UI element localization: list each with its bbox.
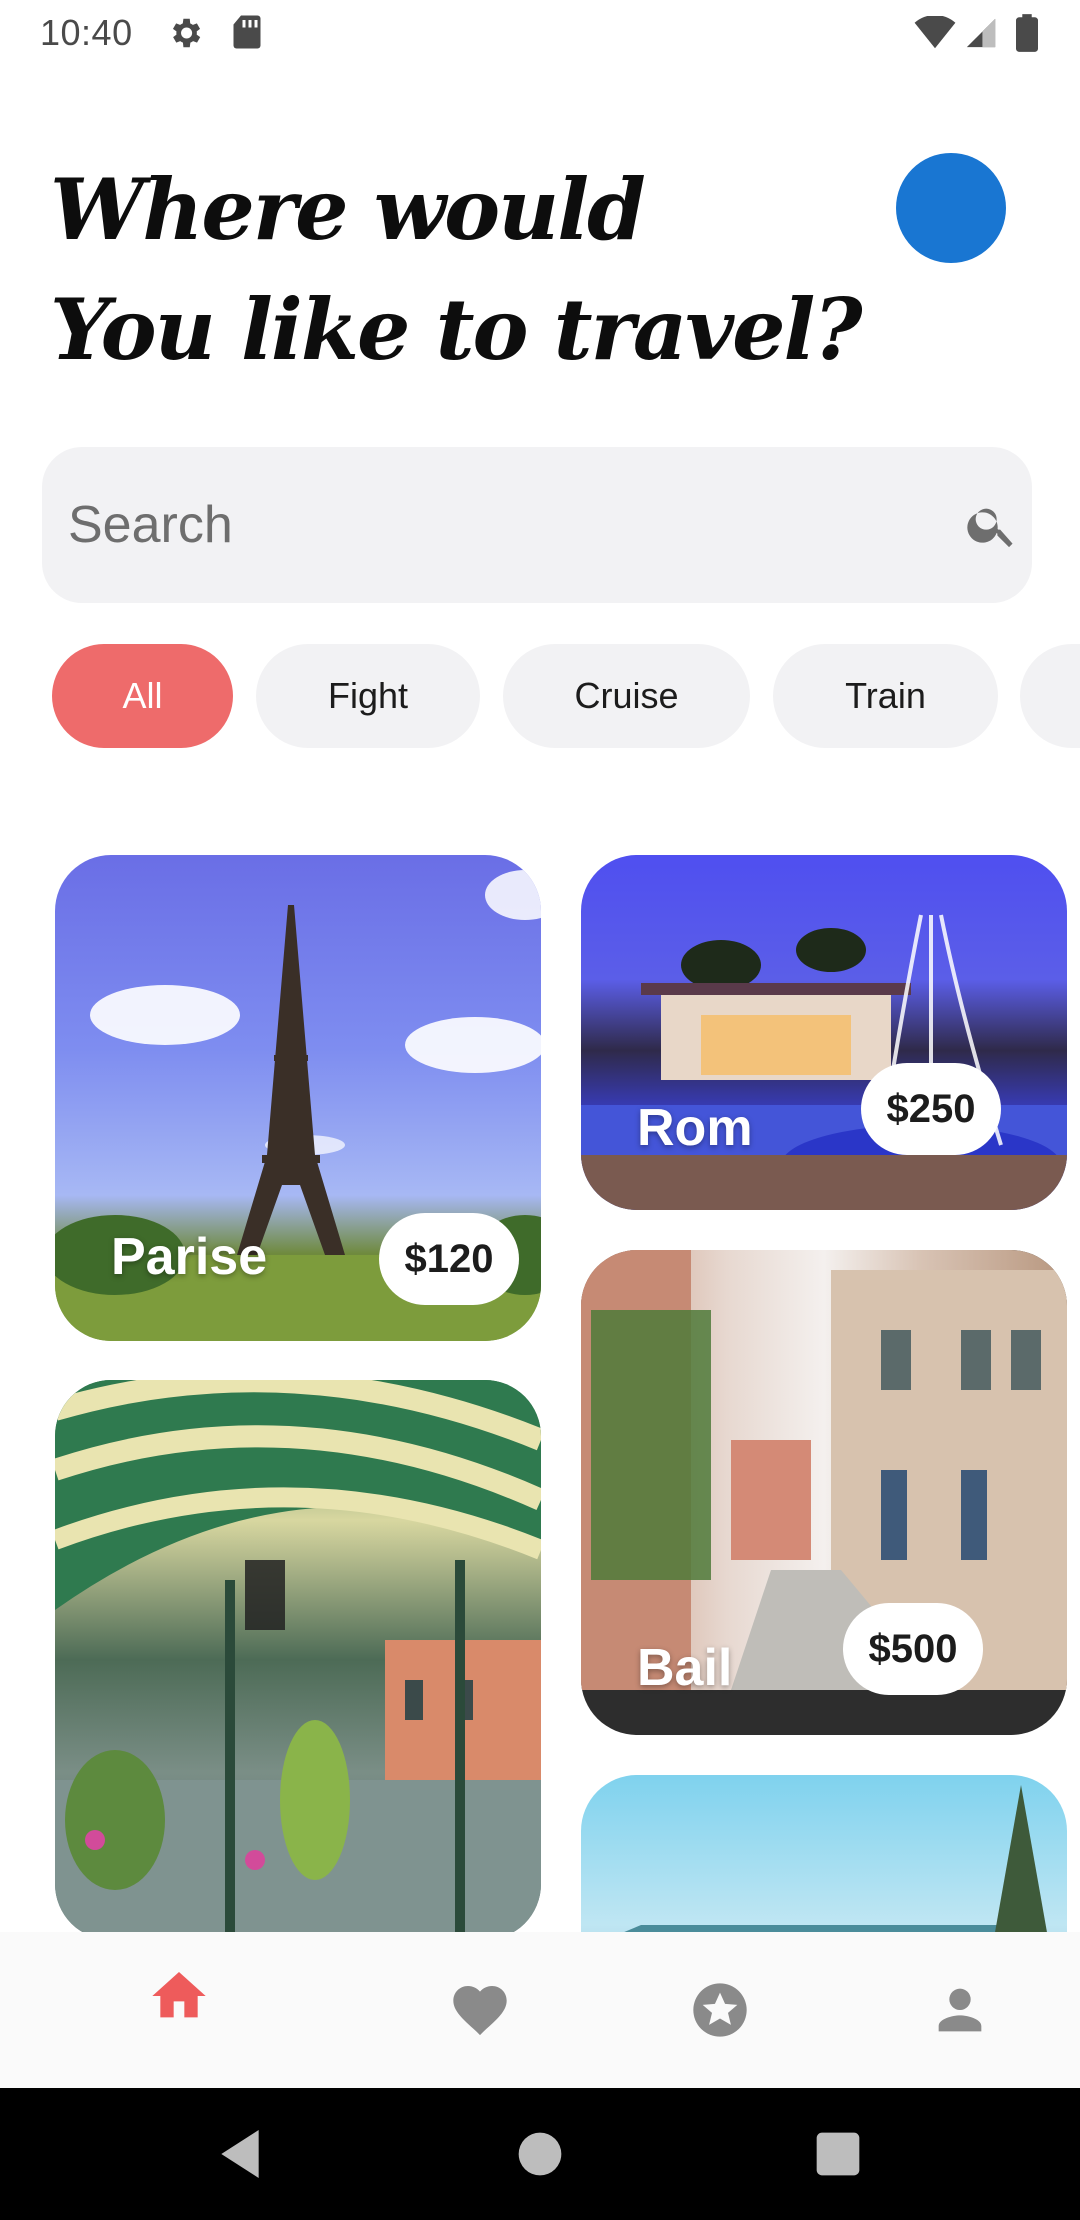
search-input[interactable] — [68, 487, 888, 563]
home-icon[interactable] — [147, 1964, 211, 2028]
destination-name: Rom — [637, 1099, 753, 1157]
chip-all[interactable]: All — [52, 644, 233, 748]
destination-card-bali[interactable]: Bail $500 — [581, 1250, 1067, 1735]
person-icon[interactable] — [928, 1978, 992, 2042]
destination-card-paris[interactable]: Parise $120 — [55, 855, 541, 1341]
category-chips: All Fight Cruise Train — [0, 644, 1080, 748]
home-circle-icon[interactable] — [508, 2122, 572, 2186]
canal-awning-image — [55, 1380, 541, 1940]
avatar[interactable] — [896, 153, 1006, 263]
destination-name: Parise — [111, 1228, 268, 1286]
back-icon[interactable] — [208, 2122, 272, 2186]
battery-icon — [1016, 14, 1038, 52]
system-nav-bar — [0, 2088, 1080, 2220]
destination-card-venice[interactable] — [55, 1380, 541, 1940]
chip-more[interactable] — [1020, 644, 1080, 748]
price-badge: $500 — [843, 1603, 983, 1695]
chip-fight[interactable]: Fight — [256, 644, 480, 748]
title-line-1: Where would — [50, 160, 646, 259]
chip-train[interactable]: Train — [773, 644, 998, 748]
star-icon[interactable] — [688, 1978, 752, 2042]
signal-icon — [966, 18, 996, 48]
price-badge: $250 — [861, 1063, 1001, 1155]
status-time: 10:40 — [40, 12, 133, 53]
search-icon[interactable] — [964, 497, 1020, 553]
page-title: Where would You like to travel? — [50, 150, 863, 390]
destination-card-rome[interactable]: Rom $250 — [581, 855, 1067, 1210]
sd-card-icon — [233, 15, 261, 49]
chip-cruise[interactable]: Cruise — [503, 644, 750, 748]
price-badge: $120 — [379, 1213, 519, 1305]
recents-icon[interactable] — [806, 2122, 870, 2186]
search-bar[interactable] — [42, 447, 1032, 603]
bottom-nav — [0, 1932, 1080, 2088]
heart-icon[interactable] — [448, 1978, 512, 2042]
wifi-icon — [914, 16, 956, 49]
title-line-2: You like to travel? — [50, 280, 863, 379]
street-image — [581, 1250, 1067, 1690]
gear-icon — [172, 18, 201, 48]
destination-name: Bail — [637, 1639, 733, 1697]
status-bar: 10:40 — [0, 0, 1080, 66]
